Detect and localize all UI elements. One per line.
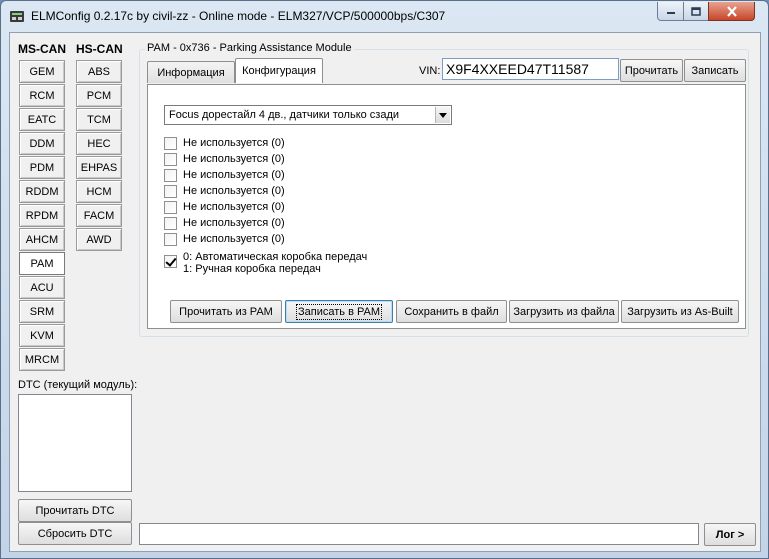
read-dtc-button[interactable]: Прочитать DTC	[18, 499, 132, 522]
chevron-down-icon	[439, 112, 447, 118]
vin-write-label: Записать	[691, 64, 739, 77]
module-button-awd[interactable]: AWD	[76, 228, 122, 251]
option-checkbox[interactable]	[164, 217, 177, 230]
gearbox-option-row[interactable]: 0: Автоматическая коробка передач 1: Руч…	[164, 251, 367, 279]
option-row[interactable]: Не используется (0)	[164, 153, 285, 169]
tab-configuration[interactable]: Конфигурация	[235, 58, 323, 83]
dropdown-arrow[interactable]	[435, 107, 450, 123]
option-row[interactable]: Не используется (0)	[164, 137, 285, 153]
option-label: Не используется (0)	[183, 201, 285, 213]
option-checkbox[interactable]	[164, 233, 177, 246]
module-button-acu[interactable]: ACU	[19, 276, 65, 299]
window-title: ELMConfig 0.2.17c by civil-zz - Online m…	[31, 9, 446, 23]
minimize-button[interactable]	[657, 2, 684, 21]
save-to-file-button[interactable]: Сохранить в файл	[396, 300, 507, 323]
log-line[interactable]	[139, 523, 699, 545]
option-label: Не используется (0)	[183, 137, 285, 149]
option-checkbox[interactable]	[164, 137, 177, 150]
module-button-hcm[interactable]: HCM	[76, 180, 122, 203]
option-checkbox[interactable]	[164, 153, 177, 166]
module-button-abs[interactable]: ABS	[76, 60, 122, 83]
module-button-ddm[interactable]: DDM	[19, 132, 65, 155]
option-label: Не используется (0)	[183, 153, 285, 165]
client-area: MS-CAN HS-CAN GEM RCM EATC DDM PDM RDDM …	[9, 32, 761, 552]
module-button-facm[interactable]: FACM	[76, 204, 122, 227]
vin-read-button[interactable]: Прочитать	[620, 59, 683, 82]
option-label: Не используется (0)	[183, 169, 285, 181]
read-from-pam-button[interactable]: Прочитать из PAM	[170, 300, 282, 323]
module-button-rpdm[interactable]: RPDM	[19, 204, 65, 227]
log-button-label: Лог >	[715, 528, 745, 541]
title-bar[interactable]: ELMConfig 0.2.17c by civil-zz - Online m…	[1, 1, 768, 31]
vin-read-label: Прочитать	[624, 64, 679, 77]
option-list: Не используется (0) Не используется (0) …	[164, 137, 464, 287]
option-label: Не используется (0)	[183, 233, 285, 245]
module-button-hec[interactable]: HEC	[76, 132, 122, 155]
variant-select[interactable]: Focus дорестайл 4 дв., датчики только сз…	[164, 105, 452, 125]
close-button[interactable]	[708, 2, 755, 21]
reset-dtc-button[interactable]: Сбросить DTC	[18, 522, 132, 545]
option-row[interactable]: Не используется (0)	[164, 217, 285, 233]
load-from-file-label: Загрузить из файла	[513, 305, 615, 318]
app-icon	[10, 11, 24, 22]
vin-label: VIN:	[419, 65, 441, 77]
dtc-label: DTC (текущий модуль):	[18, 379, 138, 391]
module-button-ehpas[interactable]: EHPAS	[76, 156, 122, 179]
ms-can-header: MS-CAN	[18, 42, 66, 56]
option-row[interactable]: Не используется (0)	[164, 169, 285, 185]
module-button-mrcm[interactable]: MRCM	[19, 348, 65, 371]
load-from-asbuilt-button[interactable]: Загрузить из As-Built	[621, 300, 739, 323]
maximize-button[interactable]	[683, 2, 709, 21]
hs-can-header: HS-CAN	[76, 42, 123, 56]
load-from-file-button[interactable]: Загрузить из файла	[509, 300, 619, 323]
minimize-icon	[666, 12, 675, 14]
save-to-file-label: Сохранить в файл	[404, 305, 499, 318]
vin-field[interactable]: X9F4XXEED47T11587	[442, 58, 619, 80]
vin-write-button[interactable]: Записать	[684, 59, 746, 82]
tab-info[interactable]: Информация	[147, 61, 235, 83]
option-checkbox[interactable]	[164, 185, 177, 198]
module-button-pcm[interactable]: PCM	[76, 84, 122, 107]
reset-dtc-label: Сбросить DTC	[37, 527, 113, 540]
option-row[interactable]: Не используется (0)	[164, 185, 285, 201]
module-button-gem[interactable]: GEM	[19, 60, 65, 83]
option-checkbox[interactable]	[164, 201, 177, 214]
option-row[interactable]: Не используется (0)	[164, 201, 285, 217]
module-button-pam[interactable]: PAM	[19, 252, 65, 275]
log-button[interactable]: Лог >	[704, 523, 756, 546]
gearbox-option-line1: 0: Автоматическая коробка передач	[183, 251, 368, 263]
module-button-kvm[interactable]: KVM	[19, 324, 65, 347]
gearbox-checkbox[interactable]	[164, 255, 177, 268]
option-label: Не используется (0)	[183, 217, 285, 229]
app-window: ELMConfig 0.2.17c by civil-zz - Online m…	[0, 0, 769, 559]
write-to-pam-button[interactable]: Записать в PAM	[285, 300, 393, 323]
configuration-panel: Focus дорестайл 4 дв., датчики только сз…	[147, 84, 746, 329]
module-button-tcm[interactable]: TCM	[76, 108, 122, 131]
tab-configuration-label: Конфигурация	[242, 65, 316, 77]
module-button-eatc[interactable]: EATC	[19, 108, 65, 131]
option-label: Не используется (0)	[183, 185, 285, 197]
load-from-asbuilt-label: Загрузить из As-Built	[627, 305, 733, 318]
maximize-icon	[691, 6, 701, 16]
gearbox-option-line2: 1: Ручная коробка передач	[183, 263, 321, 275]
close-icon	[726, 5, 737, 17]
module-button-ahcm[interactable]: AHCM	[19, 228, 65, 251]
module-button-rcm[interactable]: RCM	[19, 84, 65, 107]
module-button-pdm[interactable]: PDM	[19, 156, 65, 179]
module-button-srm[interactable]: SRM	[19, 300, 65, 323]
read-dtc-label: Прочитать DTC	[35, 504, 115, 517]
gearbox-option-text: 0: Автоматическая коробка передач 1: Руч…	[183, 251, 367, 275]
module-group-title: PAM - 0x736 - Parking Assistance Module	[145, 42, 354, 54]
option-row[interactable]: Не используется (0)	[164, 233, 285, 249]
dtc-list[interactable]	[18, 394, 132, 492]
write-to-pam-label: Записать в PAM	[296, 303, 382, 320]
tab-info-label: Информация	[157, 66, 225, 79]
variant-select-value: Focus дорестайл 4 дв., датчики только сз…	[169, 109, 400, 121]
module-button-rddm[interactable]: RDDM	[19, 180, 65, 203]
read-from-pam-label: Прочитать из PAM	[179, 305, 273, 318]
option-checkbox[interactable]	[164, 169, 177, 182]
